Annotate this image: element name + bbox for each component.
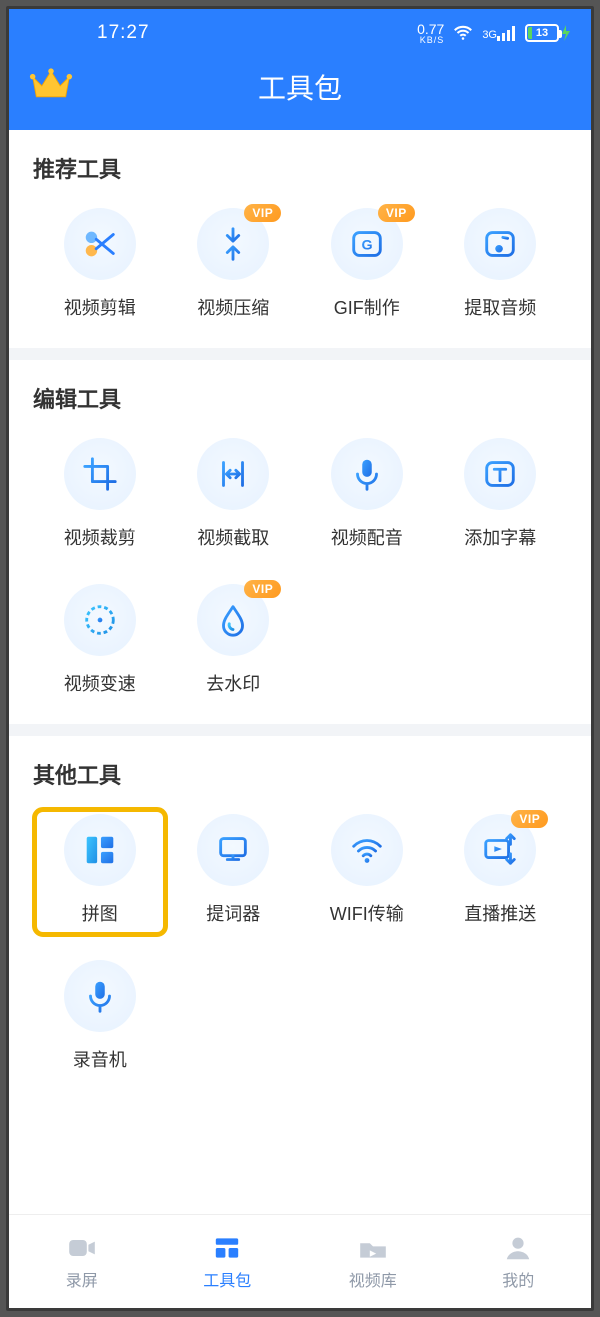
tool-trim[interactable]: 视频截取 bbox=[167, 432, 301, 560]
collage-icon bbox=[64, 814, 136, 886]
nav-label: 录屏 bbox=[66, 1267, 98, 1291]
tool-label: GIF制作 bbox=[334, 294, 400, 320]
status-time: 17:27 bbox=[97, 22, 150, 44]
vip-badge: VIP bbox=[378, 204, 415, 222]
section-title: 推荐工具 bbox=[33, 152, 567, 184]
toolbox-icon bbox=[211, 1233, 243, 1263]
tool-label: 提词器 bbox=[206, 900, 260, 926]
music-icon bbox=[464, 208, 536, 280]
nav-label: 视频库 bbox=[349, 1267, 397, 1291]
tool-speed[interactable]: 视频变速 bbox=[33, 578, 167, 706]
tool-recorder[interactable]: 录音机 bbox=[33, 954, 167, 1082]
tool-label: 提取音频 bbox=[464, 294, 536, 320]
tool-text[interactable]: 添加字幕 bbox=[434, 432, 568, 560]
tool-label: 视频剪辑 bbox=[64, 294, 136, 320]
section-title: 编辑工具 bbox=[33, 382, 567, 414]
tool-label: 视频截取 bbox=[197, 524, 269, 550]
speed-icon bbox=[64, 584, 136, 656]
drop-icon: VIP bbox=[197, 584, 269, 656]
tool-label: 视频压缩 bbox=[197, 294, 269, 320]
app-header: 17:27 0.77 KB/S 3G bbox=[9, 9, 591, 130]
tool-stream[interactable]: VIP 直播推送 bbox=[434, 808, 568, 936]
tool-compress[interactable]: VIP 视频压缩 bbox=[167, 202, 301, 330]
crop-icon bbox=[64, 438, 136, 510]
network-speed: 0.77 KB/S bbox=[417, 22, 444, 45]
tool-label: 录音机 bbox=[73, 1046, 127, 1072]
tool-prompt[interactable]: 提词器 bbox=[167, 808, 301, 936]
tool-mic[interactable]: 视频配音 bbox=[300, 432, 434, 560]
nav-camera[interactable]: 录屏 bbox=[9, 1215, 155, 1308]
nav-library[interactable]: 视频库 bbox=[300, 1215, 446, 1308]
wifi-icon bbox=[452, 22, 474, 44]
stream-icon: VIP bbox=[464, 814, 536, 886]
section: 其他工具拼图 提词器 WIFI传输 VIP 直播推送录音机 bbox=[9, 736, 591, 1100]
tool-label: WIFI传输 bbox=[330, 900, 404, 926]
nav-label: 我的 bbox=[502, 1267, 534, 1291]
mic-icon bbox=[331, 438, 403, 510]
battery-icon: 13 bbox=[525, 24, 571, 42]
tool-label: 去水印 bbox=[206, 670, 260, 696]
wifi-icon bbox=[331, 814, 403, 886]
text-icon bbox=[464, 438, 536, 510]
section: 编辑工具视频裁剪 视频截取 视频配音 添加字幕视频变速 VIP 去水印 bbox=[9, 360, 591, 724]
nav-label: 工具包 bbox=[203, 1267, 251, 1291]
section-title: 其他工具 bbox=[33, 758, 567, 790]
status-bar: 17:27 0.77 KB/S 3G bbox=[9, 15, 591, 51]
section: 推荐工具视频剪辑VIP视频压缩GVIPGIF制作提取音频 bbox=[9, 130, 591, 348]
prompt-icon bbox=[197, 814, 269, 886]
recorder-icon bbox=[64, 960, 136, 1032]
tool-label: 视频裁剪 bbox=[64, 524, 136, 550]
tool-cut[interactable]: 视频剪辑 bbox=[33, 202, 167, 330]
signal-icon: 3G bbox=[482, 25, 517, 41]
gif-icon: GVIP bbox=[331, 208, 403, 280]
page-title: 工具包 bbox=[29, 67, 571, 107]
nav-profile[interactable]: 我的 bbox=[446, 1215, 592, 1308]
tool-label: 拼图 bbox=[82, 900, 118, 926]
content-area: 推荐工具视频剪辑VIP视频压缩GVIPGIF制作提取音频编辑工具视频裁剪视频截取… bbox=[9, 130, 591, 1308]
vip-badge: VIP bbox=[511, 810, 548, 828]
tool-label: 直播推送 bbox=[464, 900, 536, 926]
library-icon bbox=[357, 1233, 389, 1263]
bottom-nav: 录屏 工具包 视频库 我的 bbox=[9, 1214, 591, 1308]
tool-label: 视频变速 bbox=[64, 670, 136, 696]
compress-icon: VIP bbox=[197, 208, 269, 280]
tool-gif[interactable]: GVIPGIF制作 bbox=[300, 202, 434, 330]
vip-badge: VIP bbox=[244, 204, 281, 222]
cut-icon bbox=[64, 208, 136, 280]
camera-icon bbox=[66, 1233, 98, 1263]
profile-icon bbox=[502, 1233, 534, 1263]
tool-drop[interactable]: VIP 去水印 bbox=[167, 578, 301, 706]
svg-text:G: G bbox=[361, 238, 372, 254]
tool-label: 视频配音 bbox=[331, 524, 403, 550]
tool-collage[interactable]: 拼图 bbox=[33, 808, 167, 936]
tool-wifi[interactable]: WIFI传输 bbox=[300, 808, 434, 936]
tool-crop[interactable]: 视频裁剪 bbox=[33, 432, 167, 560]
tool-label: 添加字幕 bbox=[464, 524, 536, 550]
trim-icon bbox=[197, 438, 269, 510]
tool-music[interactable]: 提取音频 bbox=[434, 202, 568, 330]
vip-badge: VIP bbox=[244, 580, 281, 598]
nav-toolbox[interactable]: 工具包 bbox=[155, 1215, 301, 1308]
